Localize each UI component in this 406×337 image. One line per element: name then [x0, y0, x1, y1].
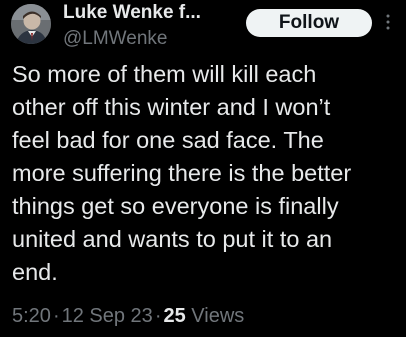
tweet-metadata: 5:20 · 12 Sep 23 · 25 Views: [12, 302, 244, 330]
views-count[interactable]: 25: [163, 305, 185, 327]
follow-button[interactable]: Follow: [246, 9, 372, 37]
tweet-text: So more of them will kill each other off…: [12, 61, 352, 285]
avatar-image: [11, 4, 51, 44]
more-vertical-icon[interactable]: [383, 10, 393, 34]
tweet-date[interactable]: 12 Sep 23: [62, 305, 153, 327]
user-handle[interactable]: @LMWenke: [63, 27, 167, 51]
views-label[interactable]: Views: [191, 305, 244, 327]
meta-separator: ·: [154, 305, 162, 327]
tweet-time[interactable]: 5:20: [12, 305, 51, 327]
display-name[interactable]: Luke Wenke f...: [63, 0, 201, 26]
avatar[interactable]: [11, 4, 51, 44]
tweet-card: Luke Wenke f... @LMWenke Follow So more …: [0, 0, 406, 337]
meta-separator: ·: [52, 305, 60, 327]
